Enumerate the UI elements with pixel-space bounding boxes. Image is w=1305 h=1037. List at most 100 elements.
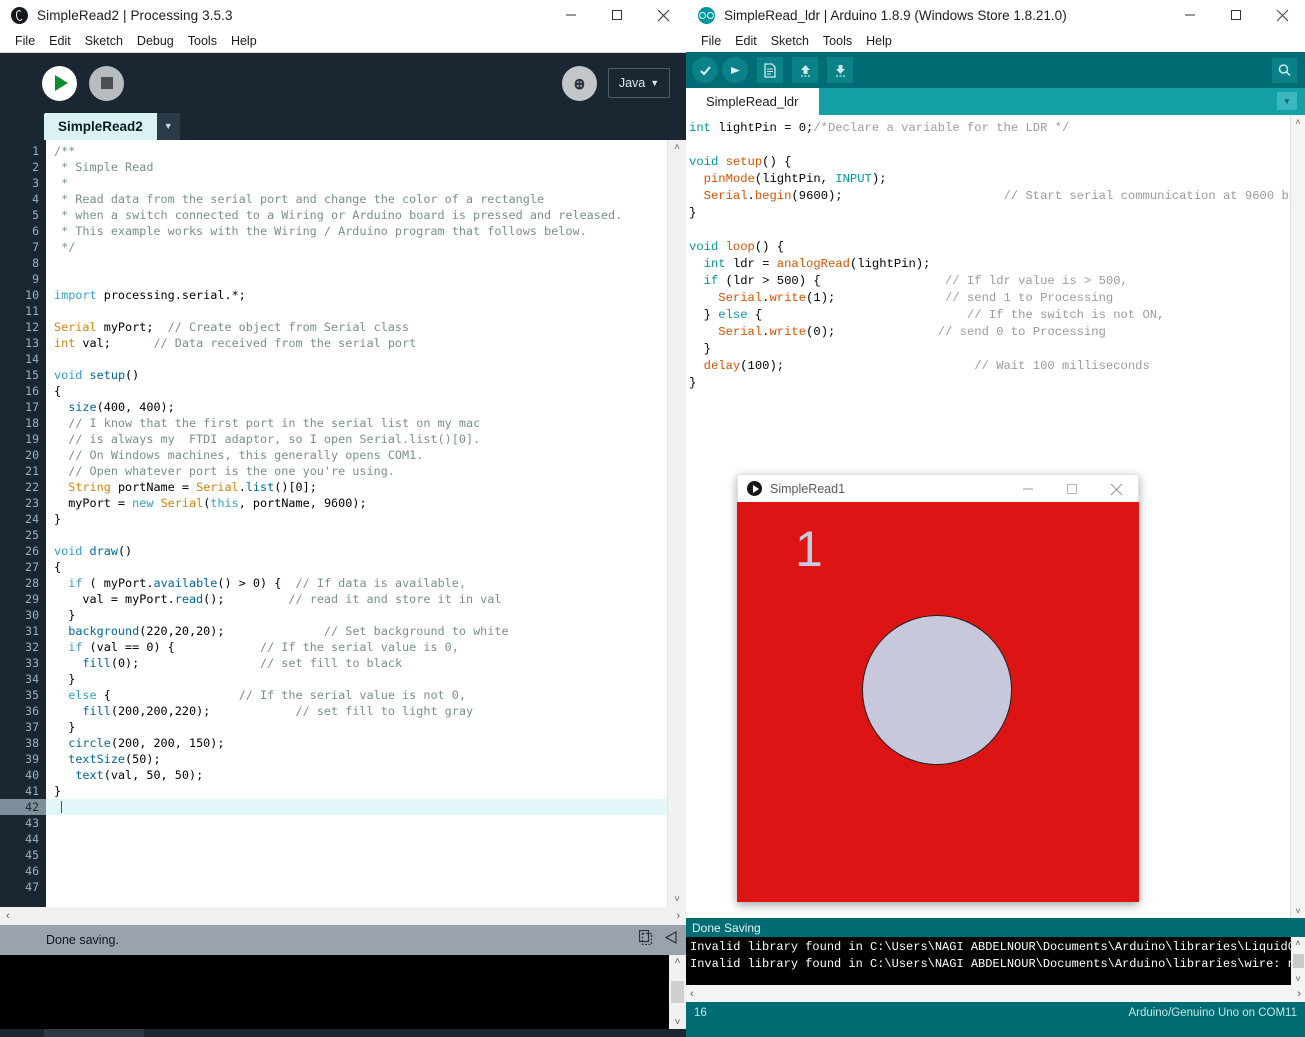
scrollbar-thumb[interactable] <box>1292 954 1304 968</box>
stop-button[interactable] <box>89 65 124 101</box>
scroll-left-icon[interactable]: ‹ <box>690 988 694 1000</box>
open-sketch-button[interactable] <box>792 57 818 83</box>
run-button[interactable] <box>42 65 77 101</box>
code-line: int lightPin = 0;/*Declare a variable fo… <box>689 121 1070 135</box>
copy-icon[interactable] <box>638 929 653 950</box>
scroll-down-icon[interactable]: ˅ <box>1295 906 1300 916</box>
menu-tools[interactable]: Tools <box>816 30 859 52</box>
tab-console[interactable]: >_ Console <box>44 1029 144 1037</box>
scroll-up-icon[interactable]: ˄ <box>674 142 680 153</box>
line-number: 5 <box>32 208 39 222</box>
console-line: Invalid library found in C:\Users\NAGI A… <box>690 940 1291 954</box>
menu-sketch[interactable]: Sketch <box>764 30 816 52</box>
save-sketch-button[interactable] <box>827 57 853 83</box>
sketch-render-window: SimpleRead1 1 <box>737 474 1139 902</box>
sketch-window-controls <box>1006 475 1138 503</box>
new-sketch-button[interactable] <box>757 57 783 83</box>
arduino-console-scrollbar[interactable]: ˄ ˅ <box>1291 937 1305 985</box>
code-line: } <box>54 720 76 734</box>
code-line: else { // If the serial value is not 0, <box>68 688 466 702</box>
serial-monitor-button[interactable] <box>1272 57 1297 83</box>
menu-help[interactable]: Help <box>859 30 899 52</box>
scroll-down-icon[interactable]: ˅ <box>675 1017 681 1028</box>
code-line: val = myPort.read(); // read it and stor… <box>54 592 502 606</box>
line-number: 26 <box>25 544 39 558</box>
line-number: 14 <box>25 352 39 366</box>
editor-vertical-scrollbar[interactable]: ˄ ˅ <box>667 140 686 907</box>
stop-icon <box>100 77 113 89</box>
code-line: size(400, 400); <box>68 400 175 414</box>
processing-sketch-icon <box>747 481 762 496</box>
close-button[interactable] <box>1094 475 1138 503</box>
arduino-console-hscrollbar[interactable]: ‹ › <box>686 985 1305 1002</box>
code-line: } <box>689 376 697 390</box>
processing-bottom-tabs: >_ Console ⚠ Errors <box>0 1029 686 1037</box>
menu-help[interactable]: Help <box>224 30 264 52</box>
collapse-console-icon[interactable] <box>664 930 678 949</box>
scroll-up-icon[interactable]: ˄ <box>1295 117 1300 127</box>
code-line: Serial.write(0); // send 0 to Processing <box>718 325 1106 339</box>
scroll-right-icon[interactable]: › <box>676 910 680 922</box>
scrollbar-thumb[interactable] <box>671 981 684 1003</box>
tab-menu-button[interactable]: ▼ <box>156 112 180 140</box>
maximize-button[interactable] <box>594 0 640 30</box>
tab-menu-button[interactable]: ▼ <box>1277 92 1297 110</box>
upload-button[interactable] <box>722 57 748 83</box>
code-line: } <box>54 608 76 622</box>
processing-code-area[interactable]: /** * Simple Read * * Read data from the… <box>46 140 667 907</box>
menu-tools[interactable]: Tools <box>181 30 224 52</box>
menu-debug[interactable]: Debug <box>130 30 181 52</box>
scroll-up-icon[interactable]: ˄ <box>1295 938 1300 948</box>
minimize-button[interactable] <box>1167 0 1213 30</box>
scroll-up-icon[interactable]: ˄ <box>675 956 681 967</box>
sketch-canvas[interactable]: 1 <box>737 502 1139 902</box>
code-line: } <box>54 672 76 686</box>
menu-edit[interactable]: Edit <box>728 30 764 52</box>
close-button[interactable] <box>1259 0 1305 30</box>
line-number: 27 <box>25 560 39 574</box>
code-line: // On Windows machines, this generally o… <box>68 448 424 462</box>
maximize-button[interactable] <box>1213 0 1259 30</box>
processing-console-output <box>0 955 669 1029</box>
minimize-button[interactable] <box>1006 475 1050 503</box>
menu-file[interactable]: File <box>8 30 42 52</box>
tab-simpleread2[interactable]: SimpleRead2 <box>44 113 157 140</box>
scroll-left-icon[interactable]: ‹ <box>6 910 10 922</box>
console-line: Invalid library found in C:\Users\NAGI A… <box>690 957 1291 971</box>
scroll-down-icon[interactable]: ˅ <box>674 894 680 905</box>
line-number: 18 <box>25 416 39 430</box>
sketch-titlebar: SimpleRead1 <box>737 474 1139 502</box>
tab-errors[interactable]: ⚠ Errors <box>144 1029 232 1037</box>
verify-button[interactable] <box>692 57 718 83</box>
code-line: { <box>54 560 62 574</box>
minimize-button[interactable] <box>548 0 594 30</box>
tab-simpleread-ldr[interactable]: SimpleRead_ldr <box>686 88 819 115</box>
code-line: text(val, 50, 50); <box>75 768 204 782</box>
editor-horizontal-scrollbar[interactable]: ‹ › <box>0 907 686 925</box>
line-number: 7 <box>32 240 39 254</box>
scroll-right-icon[interactable]: › <box>1297 988 1301 1000</box>
debug-button[interactable]: ꚛ <box>562 65 597 101</box>
processing-window-controls <box>548 0 686 30</box>
mode-selector[interactable]: Java ▼ <box>608 68 670 98</box>
close-button[interactable] <box>640 0 686 30</box>
play-icon <box>55 75 68 91</box>
menu-sketch[interactable]: Sketch <box>78 30 130 52</box>
line-number: 44 <box>25 832 39 846</box>
line-number: 2 <box>32 160 39 174</box>
arduino-bottom-bar: 16 Arduino/Genuino Uno on COM11 <box>686 1002 1305 1024</box>
arduino-editor-scrollbar[interactable]: ˄ ˅ <box>1290 115 1305 918</box>
serial-value-text: 1 <box>795 521 823 577</box>
processing-console-area: ˄ ˅ <box>0 955 686 1029</box>
menu-edit[interactable]: Edit <box>42 30 78 52</box>
code-line: * Read data from the serial port and cha… <box>54 192 545 206</box>
console-vertical-scrollbar[interactable]: ˄ ˅ <box>669 955 686 1029</box>
maximize-button[interactable] <box>1050 475 1094 503</box>
line-number: 19 <box>25 432 39 446</box>
code-line: int val; // Data received from the seria… <box>54 336 417 350</box>
line-number: 12 <box>25 320 39 334</box>
menu-file[interactable]: File <box>694 30 728 52</box>
scroll-down-icon[interactable]: ˅ <box>1295 974 1300 984</box>
code-line: textSize(50); <box>68 752 161 766</box>
